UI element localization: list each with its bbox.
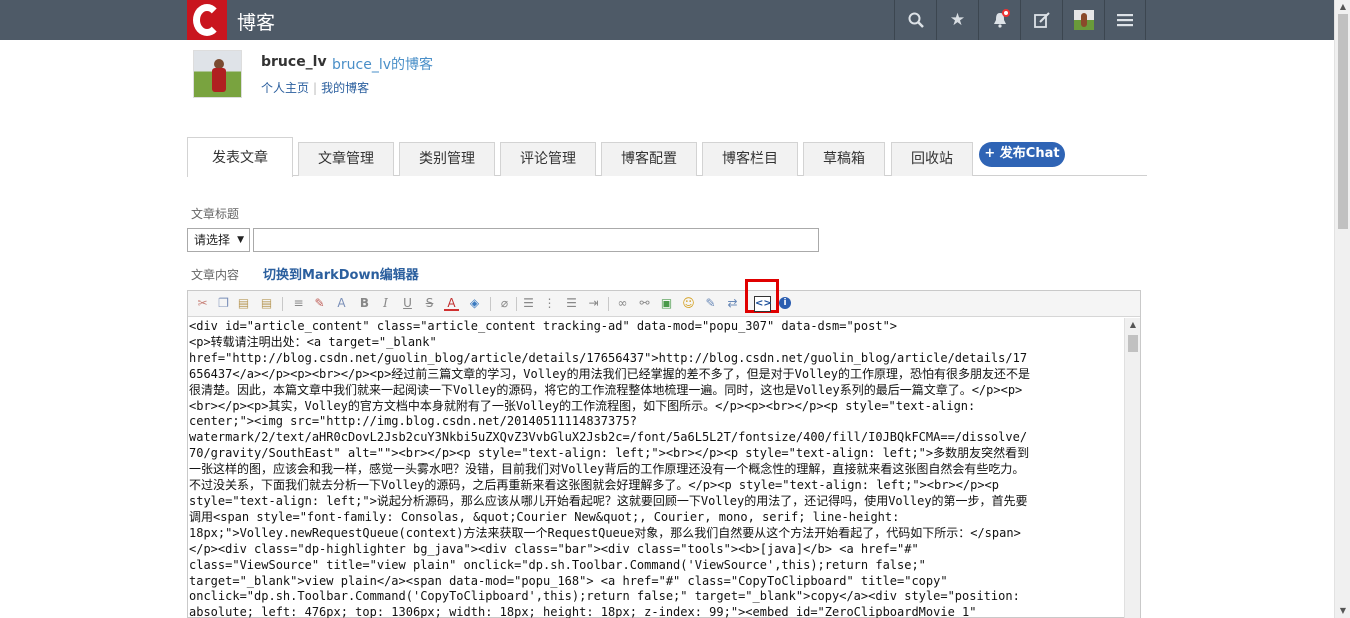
user-avatar-icon[interactable] xyxy=(1062,0,1104,40)
indent-icon[interactable]: ⇥ xyxy=(586,296,601,311)
source-line: onclick="dp.sh.Toolbar.Command('CopyToCl… xyxy=(189,589,1020,604)
source-line: <br></p><p>其实，Volley的官方文档中本身就附有了一张Volley… xyxy=(189,398,976,413)
page-scrollbar[interactable]: ▲ ▼ xyxy=(1334,0,1350,618)
image-icon[interactable]: ▣ xyxy=(659,296,674,311)
editor-toolbar: ✂ ❐ ▤ ▤ ≡ ✎ A B I U S A ◈ ⌀ ☰ ⋮ ☰ ⇥ ∞ ⚯ … xyxy=(188,279,1140,317)
paste-text-icon[interactable]: ▤ xyxy=(259,296,274,311)
eraser-icon[interactable]: ⌀ xyxy=(497,296,512,311)
editor-scrollbar[interactable]: ▲ xyxy=(1124,318,1140,618)
search-icon[interactable] xyxy=(894,0,936,40)
clear-format-icon[interactable]: ✎ xyxy=(312,296,327,311)
copy-icon[interactable]: ❐ xyxy=(216,296,231,311)
article-type-value: 请选择 xyxy=(194,233,231,247)
title-label: 文章标题 xyxy=(191,207,240,221)
star-icon[interactable]: ★ xyxy=(936,0,978,40)
source-line: 很清楚。因此，本篇文章中我们就来一起阅读一下Volley的源码，将它的工作流程整… xyxy=(189,382,1023,397)
source-line: <p>转载请注明出处：<a target="_blank" xyxy=(189,334,437,349)
switch-markdown-link[interactable]: 切换到MarkDown编辑器 xyxy=(263,264,419,283)
toolbar-separator xyxy=(490,297,491,311)
tab-recycle-bin[interactable]: 回收站 xyxy=(891,142,973,176)
tab-blog-settings[interactable]: 博客配置 xyxy=(601,142,697,176)
source-line: target="_blank">view plain</a><span data… xyxy=(189,573,948,588)
bold-icon[interactable]: B xyxy=(357,296,372,311)
article-type-select[interactable]: 请选择 ▼ xyxy=(187,228,250,252)
blog-name-link[interactable]: bruce_lv的博客 xyxy=(332,54,433,74)
navbar-icons: ★ xyxy=(894,0,1146,40)
source-line: 70/gravity/SouthEast" alt=""><br></p><p … xyxy=(189,446,1030,461)
italic-icon[interactable]: I xyxy=(378,296,393,311)
ordered-list-icon[interactable]: ⋮ xyxy=(542,296,557,311)
source-line: class="ViewSource" title="view plain" on… xyxy=(189,557,926,572)
toolbar-separator xyxy=(516,297,517,311)
style-icon[interactable]: A xyxy=(334,296,349,311)
menu-icon[interactable] xyxy=(1104,0,1146,40)
blog-avatar[interactable] xyxy=(193,50,242,98)
username[interactable]: bruce_lv xyxy=(261,54,327,70)
toolbar-separator xyxy=(608,297,609,311)
source-code-button[interactable]: <> xyxy=(754,296,772,312)
source-line: watermark/2/text/aHR0cDovL2Jsb2cuY3Nkbi5… xyxy=(189,430,1028,445)
dropdown-arrow-icon: ▼ xyxy=(237,235,244,245)
paste-icon[interactable]: ▤ xyxy=(236,296,251,311)
source-line: 调用<span style="font-family: Consolas, &q… xyxy=(189,509,900,524)
strikethrough-icon[interactable]: S xyxy=(422,296,437,311)
publish-chat-button[interactable]: + 发布Chat xyxy=(979,142,1065,167)
editor-scroll-up-icon[interactable]: ▲ xyxy=(1125,318,1141,332)
source-line: href="http://blog.csdn.net/guolin_blog/a… xyxy=(189,350,1028,365)
bg-color-icon[interactable]: ◈ xyxy=(467,296,482,311)
article-title-input[interactable] xyxy=(253,228,819,252)
notification-dot xyxy=(1002,9,1010,17)
profile-links: 个人主页 | 我的博客 xyxy=(261,79,369,96)
font-color-icon[interactable]: A xyxy=(444,296,459,311)
home-page-link[interactable]: 个人主页 xyxy=(261,81,309,95)
source-line: center;"><img src="http://img.blog.csdn.… xyxy=(189,414,637,429)
source-line: <div id="article_content" class="article… xyxy=(189,319,898,333)
source-line: 18px;">Volley.newRequestQueue(context)方法… xyxy=(189,525,1021,540)
html-source-textarea[interactable]: <div id="article_content" class="article… xyxy=(188,318,1124,618)
tab-publish-article[interactable]: 发表文章 xyxy=(187,137,293,177)
format-icon[interactable]: ≡ xyxy=(291,296,306,311)
source-line: absolute; left: 476px; top: 1306px; widt… xyxy=(189,605,977,618)
emoticon-icon[interactable]: ☺ xyxy=(681,296,696,311)
bell-icon[interactable] xyxy=(978,0,1020,40)
toolbar-separator xyxy=(282,297,283,311)
scroll-up-arrow-icon[interactable]: ▲ xyxy=(1335,0,1350,14)
content-label: 文章内容 xyxy=(191,268,240,282)
align-icon[interactable]: ☰ xyxy=(521,296,536,311)
preview-icon[interactable]: ⇄ xyxy=(725,296,740,311)
template-icon[interactable]: ✎ xyxy=(703,296,718,311)
tab-article-management[interactable]: 文章管理 xyxy=(298,142,394,176)
info-icon[interactable]: i xyxy=(779,297,791,309)
rich-text-editor: ✂ ❐ ▤ ▤ ≡ ✎ A B I U S A ◈ ⌀ ☰ ⋮ ☰ ⇥ ∞ ⚯ … xyxy=(187,279,1141,618)
csdn-logo[interactable] xyxy=(187,0,227,40)
brand-title[interactable]: 博客 xyxy=(237,8,275,35)
underline-icon[interactable]: U xyxy=(400,296,415,311)
top-navbar: 博客 ★ xyxy=(0,0,1334,40)
link-icon[interactable]: ∞ xyxy=(615,296,630,311)
my-blog-link[interactable]: 我的博客 xyxy=(321,81,369,95)
link-separator: | xyxy=(313,81,318,95)
unordered-list-icon[interactable]: ☰ xyxy=(564,296,579,311)
scroll-down-arrow-icon[interactable]: ▼ xyxy=(1335,604,1350,618)
source-line: </p><div class="dp-highlighter bg_java">… xyxy=(189,541,919,556)
tab-blog-columns[interactable]: 博客栏目 xyxy=(702,142,798,176)
edit-icon[interactable] xyxy=(1020,0,1062,40)
unlink-icon[interactable]: ⚯ xyxy=(637,296,652,311)
editor-scrollbar-thumb[interactable] xyxy=(1128,335,1138,352)
tab-comment-management[interactable]: 评论管理 xyxy=(500,142,596,176)
scrollbar-thumb[interactable] xyxy=(1338,14,1348,229)
cut-icon[interactable]: ✂ xyxy=(195,296,210,311)
tab-category-management[interactable]: 类别管理 xyxy=(399,142,495,176)
tab-drafts[interactable]: 草稿箱 xyxy=(803,142,885,176)
source-line: style="text-align: left;">说起分析源码，那么应该从哪儿… xyxy=(189,493,1028,508)
source-line: 一张这样的图，应该会和我一样，感觉一头雾水吧？没错，目前我们对Volley背后的… xyxy=(189,462,1025,477)
source-line: 不过没关系，下面我们就去分析一下Volley的源码，之后再重新来看这张图就会好理… xyxy=(189,478,1000,493)
source-line: 656437</a></p><p><br></p><p>经过前三篇文章的学习，V… xyxy=(189,366,1030,381)
